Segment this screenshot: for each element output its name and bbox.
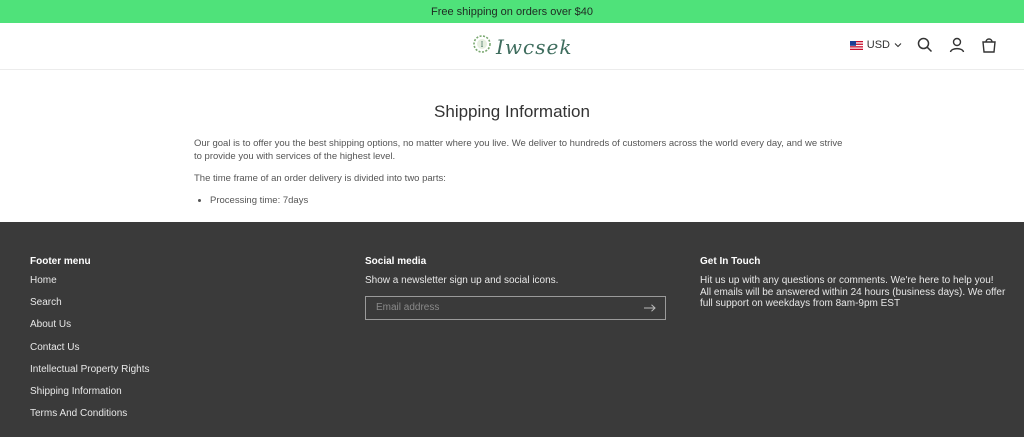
logo[interactable]: I Iwcsek [472,34,572,59]
site-header: I Iwcsek USD [0,23,1024,70]
bullet-list: Processing time: 7days [194,194,844,207]
newsletter-form [365,295,666,320]
cart-icon[interactable] [980,36,998,54]
page-title: Shipping Information [434,102,590,121]
footer-link-contact[interactable]: Contact Us [30,342,330,364]
contact-line: full support on weekdays from 8am-9pm ES… [700,298,901,309]
contact-heading: Get In Touch [700,256,761,267]
paragraph: Our goal is to offer you the best shippi… [194,138,843,162]
email-input[interactable] [374,301,643,314]
footer-link-ip-rights[interactable]: Intellectual Property Rights [30,364,330,386]
footer-social-column: Social media Show a newsletter sign up a… [365,256,675,320]
footer-link-search[interactable]: Search [30,297,330,319]
announcement-text: Free shipping on orders over $40 [430,5,594,18]
footer-link-about[interactable]: About Us [30,319,330,341]
currency-selector[interactable]: USD [849,39,902,51]
social-description: Show a newsletter sign up and social ico… [365,275,559,286]
logo-wreath-icon: I [472,34,492,59]
svg-text:I: I [481,41,484,49]
page-body: Our goal is to offer you the best shippi… [194,137,844,207]
main-content: Shipping Information Our goal is to offe… [0,70,1024,222]
footer-link-home[interactable]: Home [30,275,330,297]
contact-line: All emails will be answered within 24 ho… [700,286,1006,298]
social-heading: Social media [365,256,427,267]
footer-link-shipping[interactable]: Shipping Information [30,386,330,408]
arrow-right-icon[interactable] [643,303,657,313]
header-actions: USD [849,36,998,54]
footer-menu-column: Footer menu Home Search About Us Contact… [30,256,330,430]
us-flag-icon [849,40,863,50]
footer-link-terms[interactable]: Terms And Conditions [30,408,330,430]
currency-label: USD [866,39,890,51]
contact-line: Hit us up with any questions or comments… [700,275,994,286]
site-footer: Footer menu Home Search About Us Contact… [0,222,1024,437]
search-icon[interactable] [916,36,934,54]
footer-menu-heading: Footer menu [30,256,91,267]
chevron-down-icon [894,39,902,51]
list-item: Processing time: 7days [210,194,844,207]
announcement-bar: Free shipping on orders over $40 [0,0,1024,23]
footer-menu-list: Home Search About Us Contact Us Intellec… [30,275,330,430]
footer-contact-column: Get In Touch Hit us up with any question… [700,256,1010,310]
paragraph: The time frame of an order delivery is d… [194,173,446,184]
logo-text: Iwcsek [496,34,573,59]
account-icon[interactable] [948,36,966,54]
